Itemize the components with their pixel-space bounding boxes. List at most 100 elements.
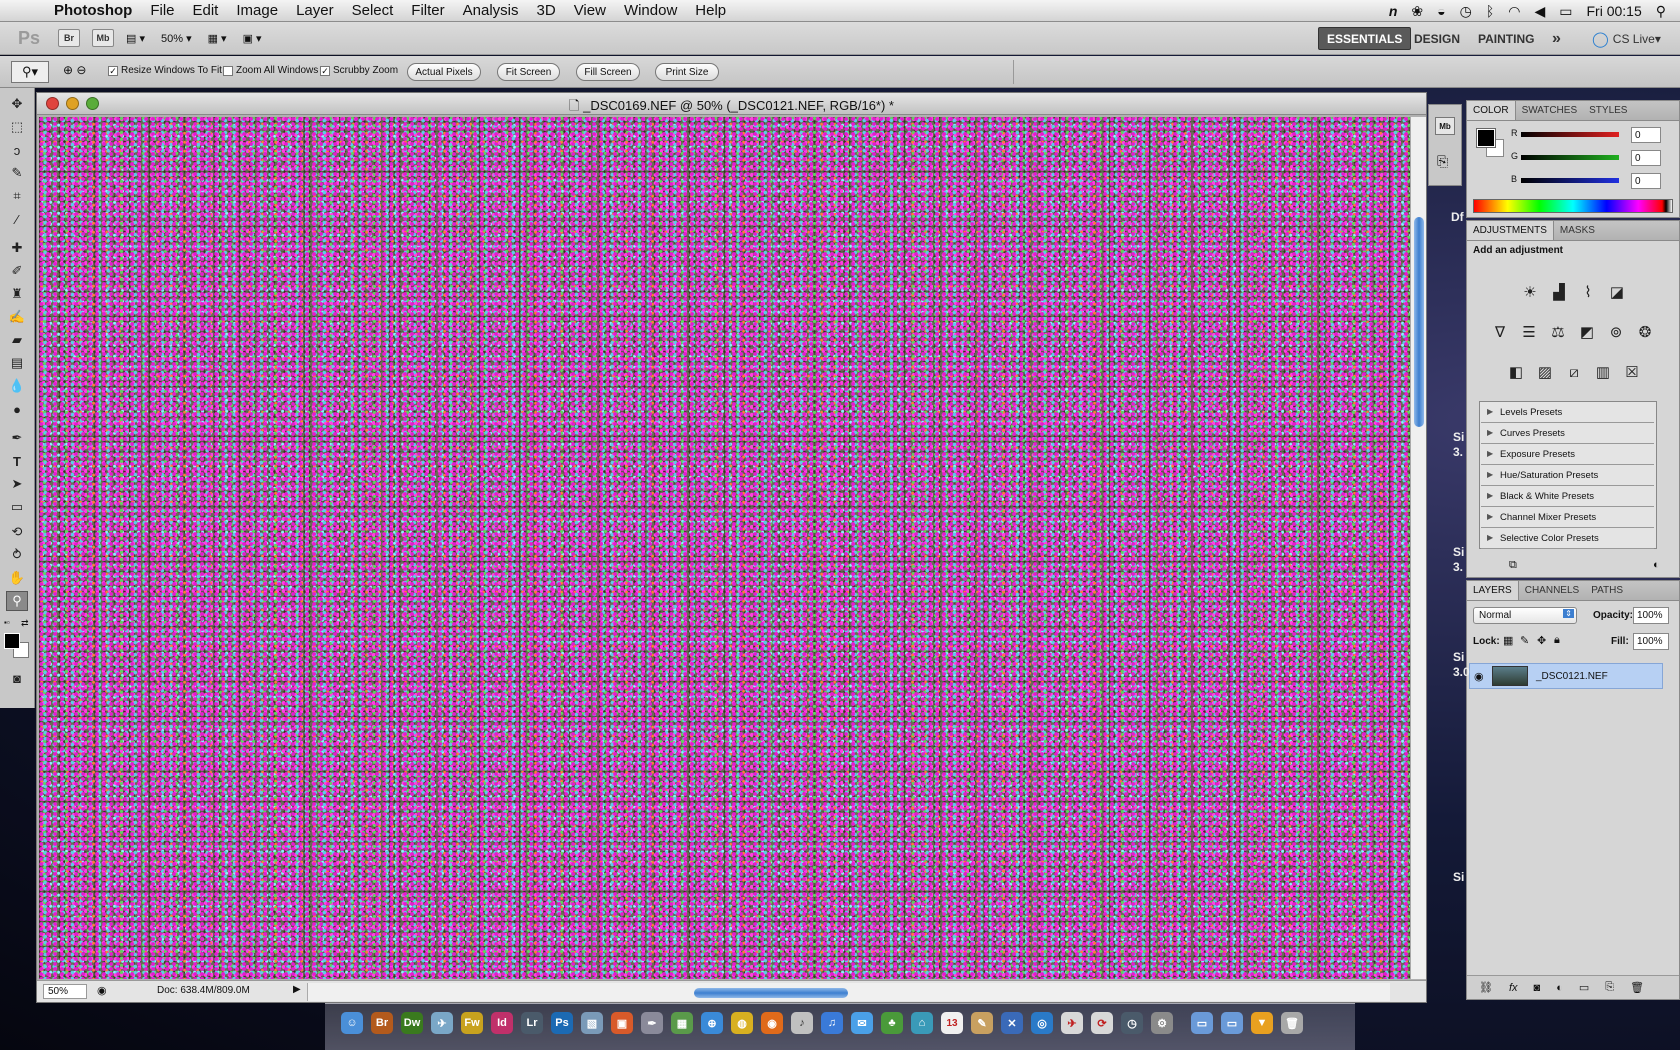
threshold-icon[interactable]: ⧄ (1563, 361, 1585, 383)
new-adjustment-layer-icon[interactable]: ◐ (1556, 982, 1563, 994)
wifi-icon[interactable]: ◠ (1508, 3, 1520, 20)
tab-channels[interactable]: CHANNELS (1519, 581, 1585, 600)
downloads-folder-icon[interactable]: ▼ (1251, 1012, 1273, 1034)
battery-icon[interactable]: ▭ (1559, 3, 1572, 20)
tab-adjustments[interactable]: ADJUSTMENTS (1467, 221, 1554, 240)
lock-image-icon[interactable]: ✎ (1520, 634, 1529, 647)
scrubby-zoom-checkbox[interactable]: ✓ (320, 65, 330, 76)
default-colors-icon[interactable]: ▪▫ (4, 618, 10, 627)
opacity-input[interactable]: 100% (1633, 607, 1669, 624)
add-mask-icon[interactable]: ◙ (1534, 982, 1541, 994)
zoom-out-icon[interactable]: ⊖ (76, 63, 86, 77)
n-menu-icon[interactable]: n (1389, 3, 1398, 19)
red-value-input[interactable]: 0 (1631, 127, 1661, 143)
hue-saturation-icon[interactable]: ☰ (1518, 321, 1540, 343)
blue-slider[interactable] (1521, 178, 1619, 183)
status-info-icon[interactable]: ◉ (97, 984, 107, 997)
preset-black-white[interactable]: ▶ Black & White Presets (1481, 487, 1654, 507)
scrubby-zoom-option[interactable]: ✓ Scrubby Zoom (320, 65, 398, 76)
paw-icon[interactable]: ❀ (1411, 3, 1423, 20)
print-size-button[interactable]: Print Size (655, 63, 719, 81)
tool-preset-picker[interactable]: ⚲▾ (11, 61, 49, 83)
horizontal-scroll-thumb[interactable] (694, 988, 848, 998)
dock-app-indesign[interactable]: Id (491, 1012, 513, 1034)
zoom-tool-icon[interactable]: ⚲ (6, 591, 28, 611)
dock-app-dreamweaver[interactable]: Dw (401, 1012, 423, 1034)
layer-visibility-eye-icon[interactable]: ◉ (1474, 670, 1484, 683)
workspace-essentials[interactable]: ESSENTIALS (1318, 27, 1412, 50)
resize-windows-checkbox[interactable]: ✓ (108, 65, 118, 76)
x11-icon[interactable]: ✕ (1001, 1012, 1023, 1034)
dock-app-lightroom[interactable]: Lr (521, 1012, 543, 1034)
gradient-map-icon[interactable]: ▥ (1592, 361, 1614, 383)
view-extras-dropdown[interactable]: ▤ ▾ (126, 32, 145, 45)
lock-all-icon[interactable]: 🔒︎ (1554, 634, 1560, 647)
zoom-all-windows-checkbox[interactable] (223, 65, 233, 76)
swap-colors-icon[interactable]: ⇄ (21, 618, 29, 629)
drive-icon[interactable]: ◒ (1437, 3, 1445, 19)
time-machine-icon[interactable]: ◷ (1460, 3, 1472, 20)
pen-tool-icon[interactable]: ✒ (6, 428, 28, 448)
workspace-design[interactable]: DESIGN (1414, 27, 1460, 50)
menu-help[interactable]: Help (686, 2, 735, 19)
safari-icon[interactable]: ⊕ (701, 1012, 723, 1034)
mail-app-icon[interactable]: ✈ (1061, 1012, 1083, 1034)
chrome-icon[interactable]: ◍ (731, 1012, 753, 1034)
resize-windows-option[interactable]: ✓ Resize Windows To Fit (108, 65, 222, 76)
clock[interactable]: Fri 00:15 (1586, 3, 1641, 19)
tab-swatches[interactable]: SWATCHES (1516, 101, 1584, 120)
blue-value-input[interactable]: 0 (1631, 173, 1661, 189)
vibrance-icon[interactable]: ∇ (1489, 321, 1511, 343)
finder-icon[interactable]: ☺ (341, 1012, 363, 1034)
brightness-contrast-icon[interactable]: ☀ (1519, 281, 1541, 303)
preset-channel-mixer[interactable]: ▶ Channel Mixer Presets (1481, 508, 1654, 528)
photo-filter-icon[interactable]: ⊚ (1605, 321, 1627, 343)
menu-app-photoshop[interactable]: Photoshop (50, 2, 141, 19)
dodge-tool-icon[interactable]: ● (6, 399, 28, 419)
type-tool-icon[interactable]: T (6, 451, 28, 471)
firefox-icon[interactable]: ◉ (761, 1012, 783, 1034)
menu-image[interactable]: Image (227, 2, 287, 19)
color-balance-icon[interactable]: ⚖ (1547, 321, 1569, 343)
status-zoom-field[interactable]: 50% (43, 984, 87, 999)
time-machine-dock-icon[interactable]: ◷ (1121, 1012, 1143, 1034)
menu-edit[interactable]: Edit (184, 2, 228, 19)
history-panel-icon[interactable]: ⎘ (1437, 153, 1448, 170)
launch-mini-bridge-button[interactable]: Mb (92, 29, 114, 47)
green-value-input[interactable]: 0 (1631, 150, 1661, 166)
workspace-painting[interactable]: PAINTING (1478, 27, 1534, 50)
preset-hue-saturation[interactable]: ▶ Hue/Saturation Presets (1481, 466, 1654, 486)
shape-tool-icon[interactable]: ▭ (6, 497, 28, 517)
sync-app-icon[interactable]: ⟳ (1091, 1012, 1113, 1034)
dock-app-extension-icon[interactable]: ✈ (431, 1012, 453, 1034)
green-slider[interactable] (1521, 155, 1619, 160)
guitar-app-icon[interactable]: ♪ (791, 1012, 813, 1034)
trash-icon[interactable]: 🗑︎ (1281, 1012, 1303, 1034)
itunes-icon[interactable]: ♫ (821, 1012, 843, 1034)
lasso-tool-icon[interactable]: ↄ (6, 140, 28, 160)
image-canvas[interactable] (39, 117, 1410, 979)
exposure-icon[interactable]: ◪ (1606, 281, 1628, 303)
zoom-all-option[interactable]: Zoom All Windows (223, 65, 318, 76)
chat-app-icon[interactable]: ✉ (851, 1012, 873, 1034)
menu-filter[interactable]: Filter (402, 2, 453, 19)
menu-view[interactable]: View (565, 2, 615, 19)
layer-row[interactable]: ◉ _DSC0121.NEF (1469, 663, 1663, 689)
history-brush-tool-icon[interactable]: ✍ (6, 307, 28, 327)
applications-folder-icon[interactable]: ▭ (1191, 1012, 1213, 1034)
zoom-in-icon[interactable]: ⊕ (63, 63, 73, 77)
tab-color[interactable]: COLOR (1467, 101, 1516, 120)
posterize-icon[interactable]: ▨ (1534, 361, 1556, 383)
black-white-icon[interactable]: ◩ (1576, 321, 1598, 343)
path-selection-tool-icon[interactable]: ➤ (6, 474, 28, 494)
3d-orbit-tool-icon[interactable]: ⥁ (6, 545, 28, 565)
actual-pixels-button[interactable]: Actual Pixels (407, 63, 481, 81)
mini-bridge-panel-icon[interactable]: Mb (1435, 117, 1455, 135)
bluetooth-icon[interactable]: ᛒ (1486, 3, 1494, 19)
tab-masks[interactable]: MASKS (1554, 221, 1601, 240)
curves-icon[interactable]: ⌇ (1577, 281, 1599, 303)
preset-selective-color[interactable]: ▶ Selective Color Presets (1481, 529, 1654, 549)
foreground-color-swatch[interactable] (4, 633, 20, 649)
levels-icon[interactable]: ▟ (1548, 281, 1570, 303)
status-menu-arrow-icon[interactable]: ▶ (293, 984, 301, 995)
